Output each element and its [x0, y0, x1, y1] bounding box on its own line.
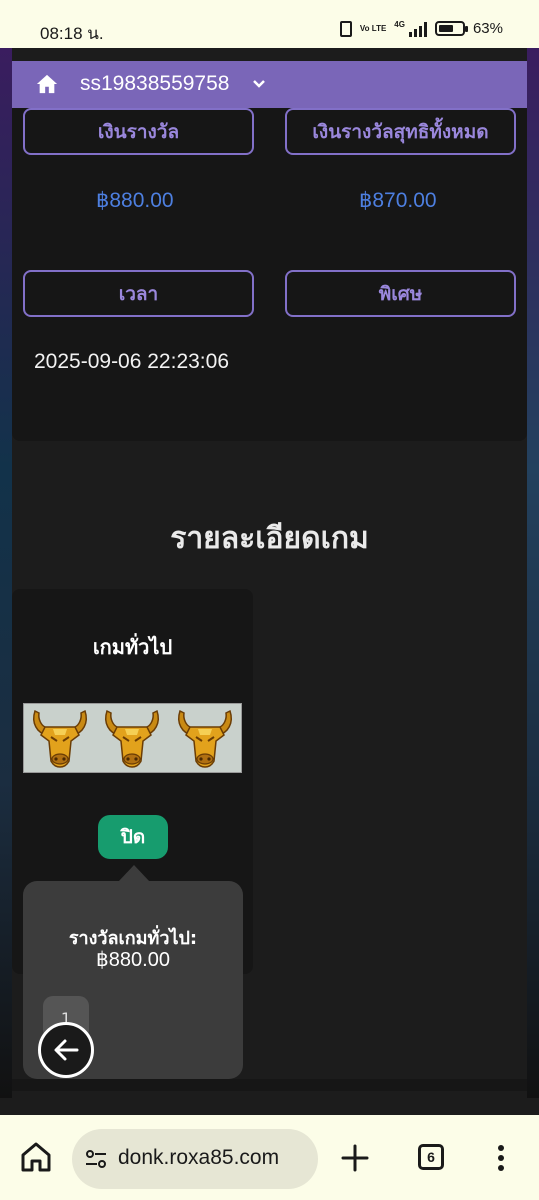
result-card: เงินรางวัล เงินรางวัลสุทธิทั้งหมด ฿880.0… — [12, 108, 527, 441]
time-value: 2025-09-06 22:23:06 — [34, 350, 229, 373]
bull-icon — [105, 709, 160, 768]
battery-fill — [438, 25, 453, 32]
bull-icon — [33, 709, 88, 768]
popover-value: ฿880.00 — [96, 949, 170, 971]
address-bar[interactable]: donk.roxa85.com — [72, 1129, 318, 1189]
win-value: ฿880.00 — [96, 189, 174, 212]
status-icons: Vo LTE 4G 63% — [339, 20, 503, 37]
status-time: 08:18 น. — [40, 24, 104, 43]
network-type: 4G — [394, 20, 405, 29]
popover-arrow — [118, 865, 150, 882]
net-win-label: เงินรางวัลสุทธิทั้งหมด — [285, 108, 516, 155]
net-win-value: ฿870.00 — [359, 189, 437, 212]
vibrate-icon — [339, 20, 352, 37]
back-button[interactable] — [38, 1022, 94, 1078]
bull-icon — [177, 709, 232, 768]
time-label: เวลา — [23, 270, 254, 317]
browser-home-icon[interactable] — [18, 1139, 54, 1175]
volte-icon: Vo LTE — [359, 23, 387, 33]
plus-icon[interactable] — [340, 1143, 370, 1173]
background-edge-right — [527, 48, 539, 1098]
browser-toolbar: donk.roxa85.com 6 — [0, 1115, 539, 1200]
reel-strip — [23, 703, 242, 773]
site-settings-icon[interactable] — [84, 1147, 108, 1171]
chevron-down-icon[interactable] — [252, 77, 266, 91]
background-edge-left — [0, 48, 12, 1098]
close-button[interactable]: ปิด — [98, 815, 168, 859]
url-text: donk.roxa85.com — [118, 1146, 280, 1169]
special-label: พิเศษ — [285, 270, 516, 317]
tab-switcher-button[interactable]: 6 — [418, 1144, 444, 1170]
game-type: เกมทั่วไป — [92, 635, 173, 659]
more-menu-icon[interactable] — [496, 1144, 506, 1172]
battery-icon — [434, 21, 468, 36]
account-name[interactable]: ss19838559758 — [80, 72, 229, 96]
arrow-left-icon — [54, 1039, 79, 1061]
home-icon[interactable] — [36, 73, 58, 95]
app-header: ss19838559758 — [12, 61, 527, 108]
game-details-title: รายละเอียดเกม — [170, 521, 369, 556]
signal-icon — [408, 21, 427, 37]
win-label: เงินรางวัล — [23, 108, 254, 155]
battery-percent: 63% — [472, 20, 503, 37]
card-bottom — [12, 1079, 527, 1091]
status-bar: 08:18 น. Vo LTE 4G 63% — [0, 0, 539, 48]
